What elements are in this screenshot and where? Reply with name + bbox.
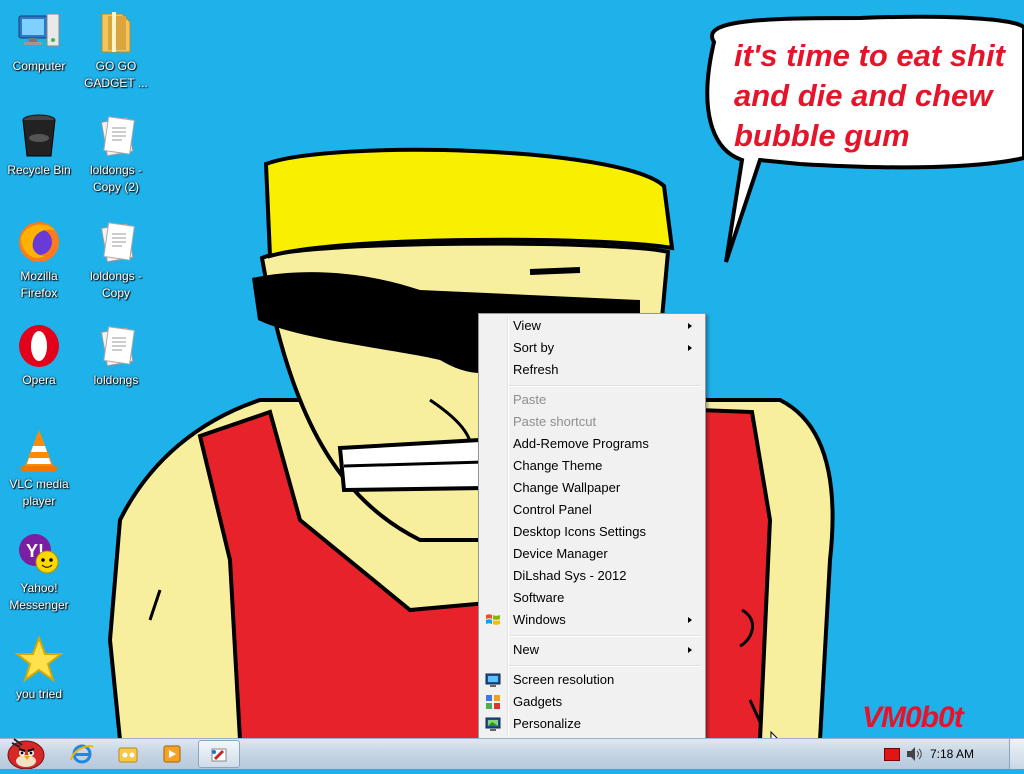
tray-flag-icon[interactable] [884, 748, 900, 761]
desktop-icon-yahoo-messenger[interactable]: Y! Yahoo! Messenger [1, 530, 77, 614]
volume-icon[interactable] [905, 746, 923, 767]
desktop-icon-label: Recycle Bin [7, 163, 71, 177]
taskbar-media-player[interactable] [158, 742, 186, 766]
desktop-icon-firefox[interactable]: Mozilla Firefox [1, 218, 77, 302]
menu-separator [509, 665, 701, 667]
desktop-icon-label: GO GO GADGET ... [84, 59, 148, 90]
submenu-arrow-icon [688, 323, 692, 329]
submenu-arrow-icon [688, 647, 692, 653]
windows-explorer-icon [118, 747, 138, 763]
menu-item-add-remove-programs[interactable]: Add-Remove Programs [481, 433, 703, 455]
menu-item-software[interactable]: Software [481, 587, 703, 609]
menu-item-change-theme[interactable]: Change Theme [481, 455, 703, 477]
desktop-icon-recycle-bin[interactable]: Recycle Bin [1, 112, 77, 179]
recycle-bin-icon [15, 112, 63, 160]
star-icon [14, 635, 64, 684]
desktop-icon-label: Mozilla Firefox [20, 269, 58, 300]
desktop-icon-loldongs-copy[interactable]: loldongs - Copy [78, 218, 154, 302]
start-button-angry-bird-icon [7, 738, 45, 770]
monitor-icon [485, 672, 501, 688]
folder-icon [92, 8, 140, 56]
desktop-icon-label: Yahoo! Messenger [9, 581, 69, 612]
wallpaper-signature: VM0b0t [862, 701, 964, 734]
media-player-icon [163, 745, 181, 763]
gadgets-icon [485, 694, 501, 710]
vlc-icon [15, 426, 63, 474]
menu-item-paste-shortcut: Paste shortcut [513, 414, 597, 429]
document-icon [92, 218, 140, 266]
desktop-icon-go-go-gadget[interactable]: GO GO GADGET ... [78, 8, 154, 92]
desktop-icon-you-tried[interactable]: you tried [1, 635, 77, 703]
desktop-icon-vlc[interactable]: VLC media player [1, 426, 77, 510]
desktop-context-menu: View Sort by Refresh Paste Paste shortcu… [478, 313, 706, 740]
desktop-icon-label: loldongs [93, 373, 139, 387]
speech-line-1: it's time to eat shit [734, 38, 1005, 73]
speech-line-2: and die and chew [734, 78, 993, 113]
document-icon [92, 322, 140, 370]
taskbar-windows-explorer[interactable] [114, 742, 142, 766]
windows-logo-icon [485, 612, 501, 628]
personalize-icon [485, 716, 501, 732]
menu-item-new[interactable]: New [481, 639, 703, 661]
desktop-icon-label: Computer [12, 59, 66, 73]
desktop-icon-label: loldongs - Copy [89, 269, 143, 300]
opera-icon [15, 322, 63, 370]
yahoo-messenger-icon: Y! [15, 530, 63, 578]
desktop-icon-opera[interactable]: Opera [1, 322, 77, 389]
desktop-icon-label: VLC media player [9, 477, 69, 508]
desktop-icon-label: you tried [15, 687, 63, 701]
menu-item-paste: Paste [513, 392, 547, 407]
firefox-icon [15, 218, 63, 266]
desktop-icon-loldongs-copy-2[interactable]: loldongs - Copy (2) [78, 112, 154, 196]
menu-separator [509, 635, 701, 637]
taskbar-clock[interactable]: 7:18 AM [930, 739, 974, 769]
speech-line-3: bubble gum [734, 118, 910, 153]
paint-icon [211, 748, 227, 762]
taskbar-internet-explorer[interactable] [68, 742, 96, 766]
desktop-icon-computer[interactable]: Computer [1, 8, 77, 75]
menu-separator [509, 385, 701, 387]
menu-item-personalize[interactable]: Personalize [481, 713, 703, 735]
menu-item-desktop-icons-settings[interactable]: Desktop Icons Settings [481, 521, 703, 543]
menu-item-change-wallpaper[interactable]: Change Wallpaper [481, 477, 703, 499]
submenu-arrow-icon [688, 345, 692, 351]
desktop-icon-loldongs[interactable]: loldongs [78, 322, 154, 389]
computer-icon [15, 8, 63, 56]
desktop-icon-label: Opera [22, 373, 56, 387]
speech-bubble-text: it's time to eat shit and die and chew b… [734, 36, 1024, 156]
menu-item-control-panel[interactable]: Control Panel [481, 499, 703, 521]
internet-explorer-icon [70, 744, 94, 764]
menu-item-windows[interactable]: Windows [481, 609, 703, 631]
desktop-icon-label: loldongs - Copy (2) [89, 163, 143, 194]
taskbar: 7:18 AM [0, 738, 1024, 770]
menu-item-device-manager[interactable]: Device Manager [481, 543, 703, 565]
menu-item-sort-by[interactable]: Sort by [481, 337, 703, 359]
menu-item-screen-resolution[interactable]: Screen resolution [481, 669, 703, 691]
menu-item-gadgets[interactable]: Gadgets [481, 691, 703, 713]
show-desktop-button[interactable] [1009, 739, 1024, 769]
menu-item-dilshad-sys[interactable]: DiLshad Sys - 2012 [481, 565, 703, 587]
menu-item-refresh[interactable]: Refresh [481, 359, 703, 381]
menu-item-view[interactable]: View [481, 315, 703, 337]
document-icon [92, 112, 140, 160]
start-button[interactable] [4, 733, 48, 770]
taskbar-paint-active[interactable] [198, 740, 240, 768]
submenu-arrow-icon [688, 617, 692, 623]
